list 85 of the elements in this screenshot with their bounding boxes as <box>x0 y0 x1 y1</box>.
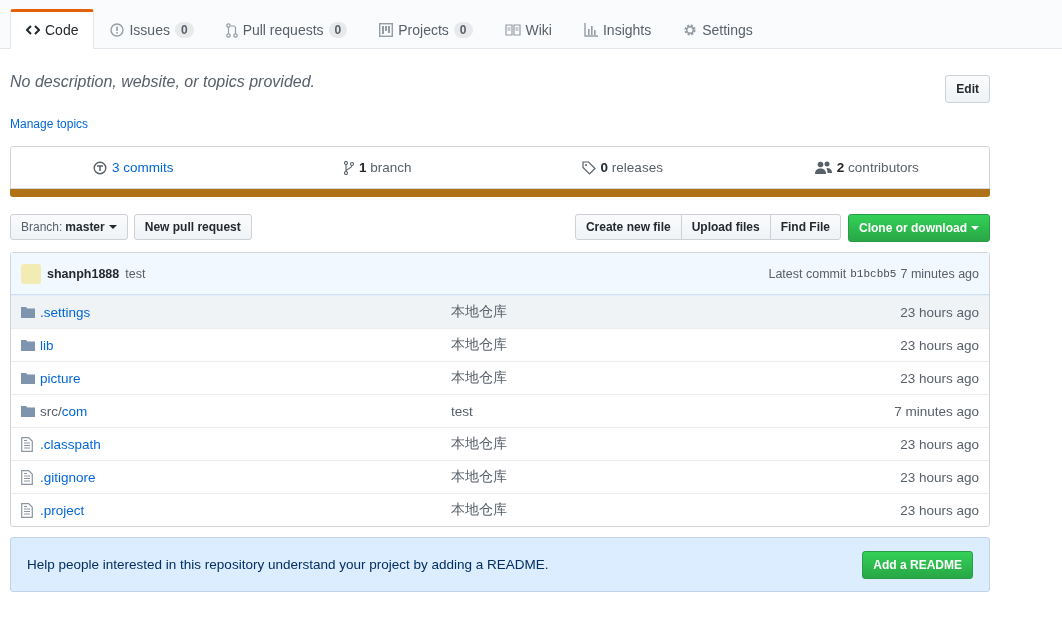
file-row[interactable]: src/com test 7 minutes ago <box>11 394 989 427</box>
file-name-link[interactable]: lib <box>40 337 54 353</box>
file-row[interactable]: .classpath 本地仓库 23 hours ago <box>11 427 989 460</box>
file-row[interactable]: .gitignore 本地仓库 23 hours ago <box>11 460 989 493</box>
tab-label: Wiki <box>525 22 552 38</box>
folder-icon <box>21 339 35 351</box>
commit-age: 23 hours ago <box>900 337 979 353</box>
tab-label: Projects <box>398 22 449 38</box>
commit-message[interactable]: 本地仓库 <box>451 337 507 352</box>
description-text: No description, website, or topics provided. <box>10 73 316 91</box>
commit-message[interactable]: 本地仓库 <box>451 370 507 385</box>
tab[interactable]: Code <box>10 9 95 49</box>
tab[interactable]: Pull requests 0 <box>209 9 364 49</box>
people-icon <box>814 161 832 174</box>
latest-commit-label: Latest commit <box>768 266 847 281</box>
summary-link[interactable]: 3 commits <box>112 160 174 175</box>
code-icon <box>26 24 40 36</box>
book-icon <box>504 24 521 36</box>
pull-request-icon <box>225 22 238 38</box>
file-row[interactable]: .project 本地仓库 23 hours ago <box>11 493 989 526</box>
file-icon <box>21 436 33 452</box>
file-row[interactable]: lib 本地仓库 23 hours ago <box>11 328 989 361</box>
summary-link[interactable]: 2 contributors <box>836 160 919 175</box>
path-prefix: src/ <box>40 403 62 419</box>
tab-label: Pull requests <box>242 22 324 38</box>
file-name-link[interactable]: picture <box>40 370 81 386</box>
tab-label: Insights <box>602 22 652 38</box>
commit-author[interactable]: shanph1888 <box>47 266 120 281</box>
file-icon <box>21 502 33 518</box>
caret-icon <box>108 225 117 229</box>
history-icon <box>93 160 107 175</box>
readme-notice-text: Help people interested in this repository understand your project by adding a README. <box>27 557 549 572</box>
tab-label: Settings <box>702 22 753 38</box>
commit-message[interactable]: test <box>451 403 473 419</box>
commit-age: 23 hours ago <box>900 502 979 518</box>
file-name-link[interactable]: .classpath <box>40 436 101 452</box>
avatar <box>21 263 41 284</box>
file-action-button[interactable]: Upload files <box>680 214 771 240</box>
file-name-link[interactable]: .project <box>40 502 85 518</box>
commit-message[interactable]: 本地仓库 <box>451 502 507 517</box>
bar-graph-icon <box>583 23 598 37</box>
tab[interactable]: Wiki <box>488 9 568 49</box>
file-action-button[interactable]: Find File <box>769 214 841 240</box>
file-name-link[interactable]: .settings <box>40 304 91 320</box>
tab[interactable]: Insights <box>567 9 668 49</box>
commit-age: 7 minutes ago <box>900 266 979 281</box>
settings-icon <box>683 23 698 37</box>
branch-select[interactable]: Branch: master <box>10 214 128 240</box>
summary-link[interactable]: 1 branch <box>358 160 412 175</box>
counter: 0 <box>174 22 194 38</box>
file-row[interactable]: .settings 本地仓库 23 hours ago <box>11 295 989 328</box>
commit-age: 23 hours ago <box>900 370 979 386</box>
commit-age: 23 hours ago <box>900 469 979 485</box>
commit-message[interactable]: test <box>125 266 146 281</box>
edit-button[interactable]: Edit <box>945 75 990 103</box>
new-pull-request-button[interactable]: New pull request <box>133 214 252 240</box>
counter: 0 <box>453 22 473 38</box>
tag-icon <box>581 160 596 175</box>
tab-label: Code <box>45 22 79 38</box>
file-name-link[interactable]: com <box>61 403 88 419</box>
commit-age: 23 hours ago <box>900 436 979 452</box>
tab[interactable]: Settings <box>667 9 769 49</box>
file-name-link[interactable]: .gitignore <box>40 469 96 485</box>
counter: 0 <box>328 22 348 38</box>
file-row[interactable]: picture 本地仓库 23 hours ago <box>11 361 989 394</box>
folder-icon <box>21 405 35 417</box>
tab[interactable]: Projects 0 <box>363 9 489 49</box>
file-icon <box>21 469 33 485</box>
folder-icon <box>21 372 35 384</box>
commit-message[interactable]: 本地仓库 <box>451 304 507 319</box>
summary-link[interactable]: 0 releases <box>600 160 663 175</box>
commit-age: 7 minutes ago <box>894 403 979 419</box>
manage-topics-link[interactable]: Manage topics <box>10 117 89 131</box>
commit-message[interactable]: 本地仓库 <box>451 436 507 451</box>
commit-age: 23 hours ago <box>900 304 979 320</box>
commit-sha[interactable]: b1bcbb5 <box>850 267 897 280</box>
tab-label: Issues <box>129 22 170 38</box>
file-action-button[interactable]: Create new file <box>574 214 682 240</box>
branch-icon <box>343 160 354 175</box>
caret-icon <box>971 226 979 230</box>
project-board-icon <box>379 23 394 37</box>
folder-icon <box>21 306 35 318</box>
commit-message[interactable]: 本地仓库 <box>451 469 507 484</box>
tab[interactable]: Issues 0 <box>94 9 210 49</box>
alert-circle-icon <box>110 23 125 37</box>
